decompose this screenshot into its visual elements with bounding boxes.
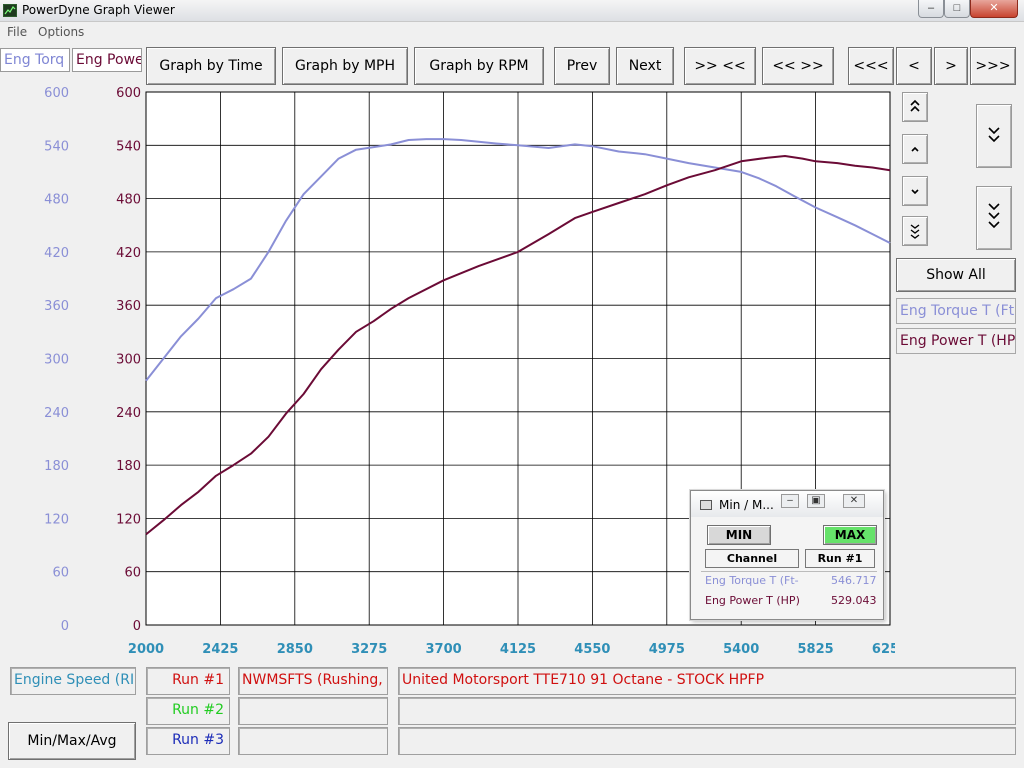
offset-up-button[interactable]	[976, 104, 1012, 168]
y-right-tick-label: 420	[116, 246, 141, 261]
title-bar[interactable]: PowerDyne Graph Viewer – □ ✕	[0, 0, 1024, 22]
y-left-tick-label: 540	[44, 139, 69, 154]
x-tick-label: 4125	[500, 642, 536, 657]
min-button[interactable]: MIN	[707, 525, 771, 545]
legend-torque[interactable]: Eng Torque T (Ft	[896, 298, 1016, 324]
y-left-tick-label: 0	[61, 619, 69, 634]
popup-title: Min / M...	[719, 498, 774, 512]
run1-file-field[interactable]: NWMSFTS (Rushing,	[238, 667, 388, 695]
x-tick-label: 6250	[872, 642, 895, 657]
y-right-tick-label: 0	[133, 619, 141, 634]
popup-minimize-button[interactable]: –	[781, 494, 799, 508]
menu-file[interactable]: File	[7, 25, 27, 39]
show-all-button[interactable]: Show All	[896, 258, 1016, 292]
menu-options[interactable]: Options	[38, 25, 84, 39]
y-right-tick-label: 240	[116, 406, 141, 421]
popup-row-value: 529.043	[831, 594, 877, 607]
maximize-button[interactable]: □	[944, 0, 970, 18]
y-left-tick-label: 240	[44, 406, 69, 421]
min-max-avg-button[interactable]: Min/Max/Avg	[8, 722, 136, 760]
x-tick-label: 2425	[202, 642, 238, 657]
run3-file-field[interactable]	[238, 727, 388, 755]
x-channel-field[interactable]: Engine Speed (RI	[10, 667, 136, 695]
x-tick-label: 5825	[798, 642, 834, 657]
scroll-forward-button[interactable]: >	[934, 47, 968, 85]
popup-close-button[interactable]: ✕	[843, 494, 865, 508]
x-tick-label: 3700	[426, 642, 462, 657]
popup-title-bar[interactable]: Min / M... – ▣ ✕	[691, 491, 883, 517]
scale-down-fast-button[interactable]	[902, 216, 928, 246]
y-left-tick-label: 120	[44, 512, 69, 527]
x-tick-label: 5400	[723, 642, 759, 657]
channel-column-header: Channel	[705, 549, 799, 568]
chevron-down-icon	[911, 189, 919, 195]
x-tick-label: 2850	[277, 642, 313, 657]
y-right-tick-label: 120	[116, 512, 141, 527]
offset-down-button[interactable]	[976, 186, 1012, 250]
channel-tab-torque[interactable]: Eng Torq	[0, 48, 70, 72]
triple-chevron-down-icon	[988, 203, 1000, 229]
run3-label[interactable]: Run #3	[146, 727, 230, 755]
chevron-up-icon	[911, 146, 919, 152]
legend-power-label: Eng Power T (HP	[900, 333, 1016, 349]
y-left-tick-label: 180	[44, 459, 69, 474]
y-left-tick-label: 300	[44, 353, 69, 368]
y-left-tick-label: 420	[44, 246, 69, 261]
scale-down-button[interactable]	[902, 176, 928, 206]
scroll-back-button[interactable]: <	[896, 47, 932, 85]
double-chevron-down-icon	[988, 127, 1000, 143]
x-tick-label: 4550	[574, 642, 610, 657]
scale-up-button[interactable]	[902, 134, 928, 164]
window-title: PowerDyne Graph Viewer	[22, 3, 175, 17]
run2-file-field[interactable]	[238, 697, 388, 725]
y-right-tick-label: 480	[116, 193, 141, 208]
x-tick-label: 4975	[649, 642, 685, 657]
close-button[interactable]: ✕	[970, 0, 1018, 18]
popup-window-icon	[700, 500, 712, 510]
x-tick-label: 3275	[351, 642, 387, 657]
scroll-last-button[interactable]: >>>	[970, 47, 1016, 85]
run1-label[interactable]: Run #1	[146, 667, 230, 695]
scale-up-fast-button[interactable]	[902, 92, 928, 122]
run-column-header: Run #1	[805, 549, 875, 568]
y-right-tick-label: 540	[116, 139, 141, 154]
popup-restore-button[interactable]: ▣	[807, 494, 825, 508]
y-right-tick-label: 600	[116, 86, 141, 101]
triple-chevron-down-icon	[910, 224, 920, 239]
y-left-tick-label: 600	[44, 86, 69, 101]
run2-label[interactable]: Run #2	[146, 697, 230, 725]
legend-torque-label: Eng Torque T (Ft	[900, 303, 1015, 319]
menu-bar: File Options	[0, 22, 1024, 42]
y-right-tick-label: 360	[116, 299, 141, 314]
y-left-tick-label: 360	[44, 299, 69, 314]
run1-description-field[interactable]: United Motorsport TTE710 91 Octane - STO…	[398, 667, 1016, 695]
popup-row-name: Eng Power T (HP)	[705, 594, 800, 607]
x-tick-label: 2000	[128, 642, 164, 657]
minimize-button[interactable]: –	[918, 0, 944, 18]
y-right-tick-label: 300	[116, 353, 141, 368]
y-left-tick-label: 60	[52, 566, 69, 581]
popup-row-value: 546.717	[831, 574, 877, 587]
double-chevron-up-icon	[910, 99, 920, 112]
y-right-tick-label: 60	[124, 566, 141, 581]
run2-description-field[interactable]	[398, 697, 1016, 725]
run3-description-field[interactable]	[398, 727, 1016, 755]
y-right-tick-label: 180	[116, 459, 141, 474]
popup-data-table: Eng Torque T (Ft- 546.717 Eng Power T (H…	[701, 571, 877, 613]
channel-tab-power[interactable]: Eng Powe	[72, 48, 142, 72]
app-icon	[3, 4, 17, 17]
popup-row-name: Eng Torque T (Ft-	[705, 574, 799, 587]
max-button[interactable]: MAX	[823, 525, 877, 545]
legend-power[interactable]: Eng Power T (HP	[896, 328, 1016, 354]
minmax-popup[interactable]: Min / M... – ▣ ✕ MIN MAX Channel Run #1 …	[690, 490, 884, 620]
y-left-tick-label: 480	[44, 193, 69, 208]
